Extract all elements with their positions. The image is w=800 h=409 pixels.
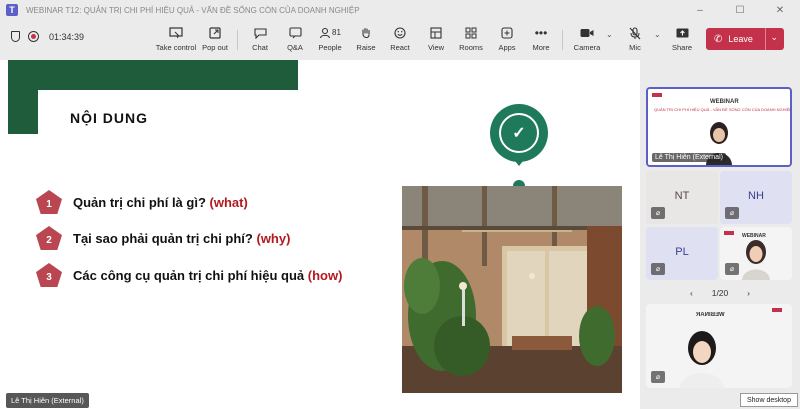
participant-tile-pl[interactable]: PL ⌀ [646, 227, 718, 280]
toolbar-divider [562, 30, 563, 50]
avatar: NH [741, 181, 771, 211]
people-icon: 81 [319, 24, 341, 42]
muted-mic-icon: ⌀ [651, 371, 665, 383]
show-desktop-tooltip: Show desktop [740, 393, 798, 407]
muted-mic-icon: ⌀ [725, 263, 739, 275]
meeting-timer: 01:34:39 [49, 31, 85, 42]
mini-logo [724, 231, 734, 235]
number-badge: 2 [36, 226, 62, 250]
qa-button[interactable]: Q&A [284, 24, 306, 56]
chat-icon [253, 24, 267, 42]
meeting-toolbar: 01:34:39 Take control Pop out Chat Q&A 8… [0, 20, 800, 60]
participants-panel: WEBINAR QUẢN TRỊ CHI PHÍ HIỆU QUẢ - VẤN … [640, 60, 800, 409]
participant-tile-bottom[interactable]: WEBINAR ⌀ [646, 304, 792, 388]
mic-options-chevron-icon[interactable]: ⌄ [654, 30, 661, 39]
avatar: NT [667, 181, 697, 211]
stopwatch-check-icon: ✓ [499, 113, 539, 153]
shield-icon[interactable] [11, 31, 20, 42]
pop-out-icon [209, 24, 221, 42]
leave-divider [765, 28, 766, 50]
muted-mic-icon: ⌀ [651, 263, 665, 275]
presenter-name-tag: Lê Thị Hiên (External) [6, 393, 89, 408]
minimize-button[interactable]: – [680, 0, 720, 20]
qa-icon [288, 24, 302, 42]
people-button[interactable]: 81 People [317, 24, 343, 56]
more-button[interactable]: ••• More [531, 24, 551, 56]
page-indicator: 1/20 [711, 288, 729, 298]
muted-mic-icon: ⌀ [651, 207, 665, 219]
leave-label: Leave [728, 34, 753, 44]
stopwatch-pin-icon: ✓ [490, 104, 548, 166]
camera-icon [580, 24, 594, 42]
slide-agenda-item-3: 3 Các công cụ quản trị chi phí hiệu quả … [36, 263, 342, 287]
chat-button[interactable]: Chat [249, 24, 271, 56]
agenda-text: Tại sao phải quản trị chi phí? (why) [73, 230, 291, 246]
window-title: WEBINAR T12: QUẢN TRỊ CHI PHÍ HIỆU QUẢ -… [26, 5, 360, 15]
rooms-icon [465, 24, 477, 42]
participant-video [742, 239, 770, 280]
leave-phone-icon: ✆ [714, 33, 723, 45]
office-interior-photo [402, 186, 622, 393]
camera-options-chevron-icon[interactable]: ⌄ [606, 30, 613, 39]
participant-name: Lê Thị Hiên (External) [652, 153, 726, 162]
maximize-button[interactable]: ☐ [720, 0, 760, 20]
recording-icon[interactable] [28, 31, 39, 42]
participant-tile-main[interactable]: WEBINAR QUẢN TRỊ CHI PHÍ HIỆU QUẢ - VẤN … [646, 87, 792, 167]
share-button[interactable]: Share [672, 24, 692, 56]
shared-content-stage: NỘI DUNG 1 Quản trị chi phí là gì? (what… [0, 60, 640, 409]
agenda-text: Các công cụ quản trị chi phí hiệu quả (h… [73, 267, 343, 283]
participant-tile-video[interactable]: WEBINAR ⌀ [720, 227, 792, 280]
slide-header-bar [8, 60, 298, 90]
people-count: 81 [332, 28, 341, 37]
view-grid-icon [430, 24, 442, 42]
slide-heading: NỘI DUNG [70, 110, 148, 126]
leave-options-chevron-icon[interactable]: ⌄ [770, 32, 778, 43]
smiley-icon [394, 24, 406, 42]
close-button[interactable]: ✕ [760, 0, 800, 20]
toolbar-divider [237, 30, 238, 50]
mini-logo [652, 93, 662, 97]
muted-mic-icon: ⌀ [725, 207, 739, 219]
view-button[interactable]: View [426, 24, 446, 56]
take-control-button[interactable]: Take control [156, 24, 196, 56]
agenda-text: Quản trị chi phí là gì? (what) [73, 194, 248, 210]
window-title-bar: T WEBINAR T12: QUẢN TRỊ CHI PHÍ HIỆU QUẢ… [0, 0, 800, 20]
mic-button[interactable]: Mic [626, 24, 644, 56]
apps-plus-icon [501, 24, 513, 42]
share-icon [676, 24, 689, 42]
avatar: PL [667, 237, 697, 267]
participant-tile-nh[interactable]: NH ⌀ [720, 171, 792, 224]
apps-button[interactable]: Apps [497, 24, 517, 56]
pop-out-button[interactable]: Pop out [200, 24, 230, 56]
teams-logo-icon: T [6, 4, 18, 16]
more-dots-icon: ••• [534, 26, 548, 40]
slide-left-accent [8, 60, 38, 134]
number-badge: 3 [36, 263, 62, 287]
hand-icon [360, 24, 372, 42]
leave-button[interactable]: ✆ Leave ⌄ [706, 28, 784, 50]
next-page-chevron-icon[interactable]: › [747, 288, 750, 298]
camera-button[interactable]: Camera [574, 24, 600, 56]
number-badge: 1 [36, 190, 62, 214]
react-button[interactable]: React [390, 24, 410, 56]
rooms-button[interactable]: Rooms [459, 24, 483, 56]
mic-off-icon [629, 24, 641, 42]
take-control-icon [169, 24, 183, 42]
participants-pager: ‹ 1/20 › [690, 288, 750, 298]
participant-video [680, 328, 724, 388]
slide-agenda-item-1: 1 Quản trị chi phí là gì? (what) [36, 190, 248, 214]
prev-page-chevron-icon[interactable]: ‹ [690, 288, 693, 298]
slide-agenda-item-2: 2 Tại sao phải quản trị chi phí? (why) [36, 226, 290, 250]
participant-tile-nt[interactable]: NT ⌀ [646, 171, 718, 224]
mini-logo [772, 308, 782, 312]
raise-hand-button[interactable]: Raise [356, 24, 376, 56]
